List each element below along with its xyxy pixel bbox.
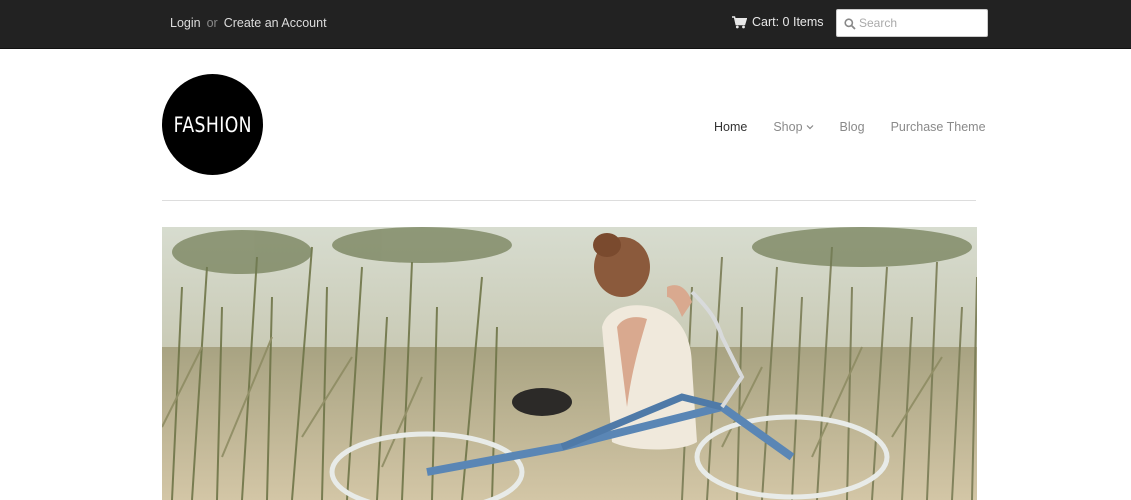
hero-image[interactable]: [162, 227, 977, 500]
sand: [162, 347, 977, 500]
account-links: Login or Create an Account: [170, 16, 327, 30]
nav-home[interactable]: Home: [714, 120, 747, 134]
nav-home-label: Home: [714, 120, 748, 134]
search-icon: [844, 18, 856, 30]
hero-photo: [162, 227, 977, 500]
cart-icon: [732, 15, 747, 28]
main-nav: Home Shop Blog Purchase Theme: [714, 120, 986, 134]
top-bar: Login or Create an Account Cart: 0 Items: [0, 0, 1131, 49]
login-link[interactable]: Login: [170, 16, 201, 30]
logo-text: FASHION: [173, 112, 252, 137]
nav-shop[interactable]: Shop: [773, 120, 813, 134]
cart-link[interactable]: Cart: 0 Items: [732, 15, 824, 29]
search-box: [836, 9, 988, 37]
nav-blog-label: Blog: [839, 120, 865, 134]
create-account-link[interactable]: Create an Account: [224, 16, 327, 30]
chevron-down-icon: [806, 125, 813, 130]
cart-label: Cart: 0 Items: [752, 15, 824, 29]
nav-blog[interactable]: Blog: [840, 120, 865, 134]
nav-purchase-theme[interactable]: Purchase Theme: [891, 120, 986, 134]
logo[interactable]: FASHION: [162, 74, 263, 175]
nav-shop-label: Shop: [773, 120, 803, 134]
nav-purchase-theme-label: Purchase Theme: [890, 120, 986, 134]
or-separator: or: [206, 16, 218, 30]
search-input[interactable]: [859, 13, 981, 33]
header-divider: [162, 200, 976, 201]
